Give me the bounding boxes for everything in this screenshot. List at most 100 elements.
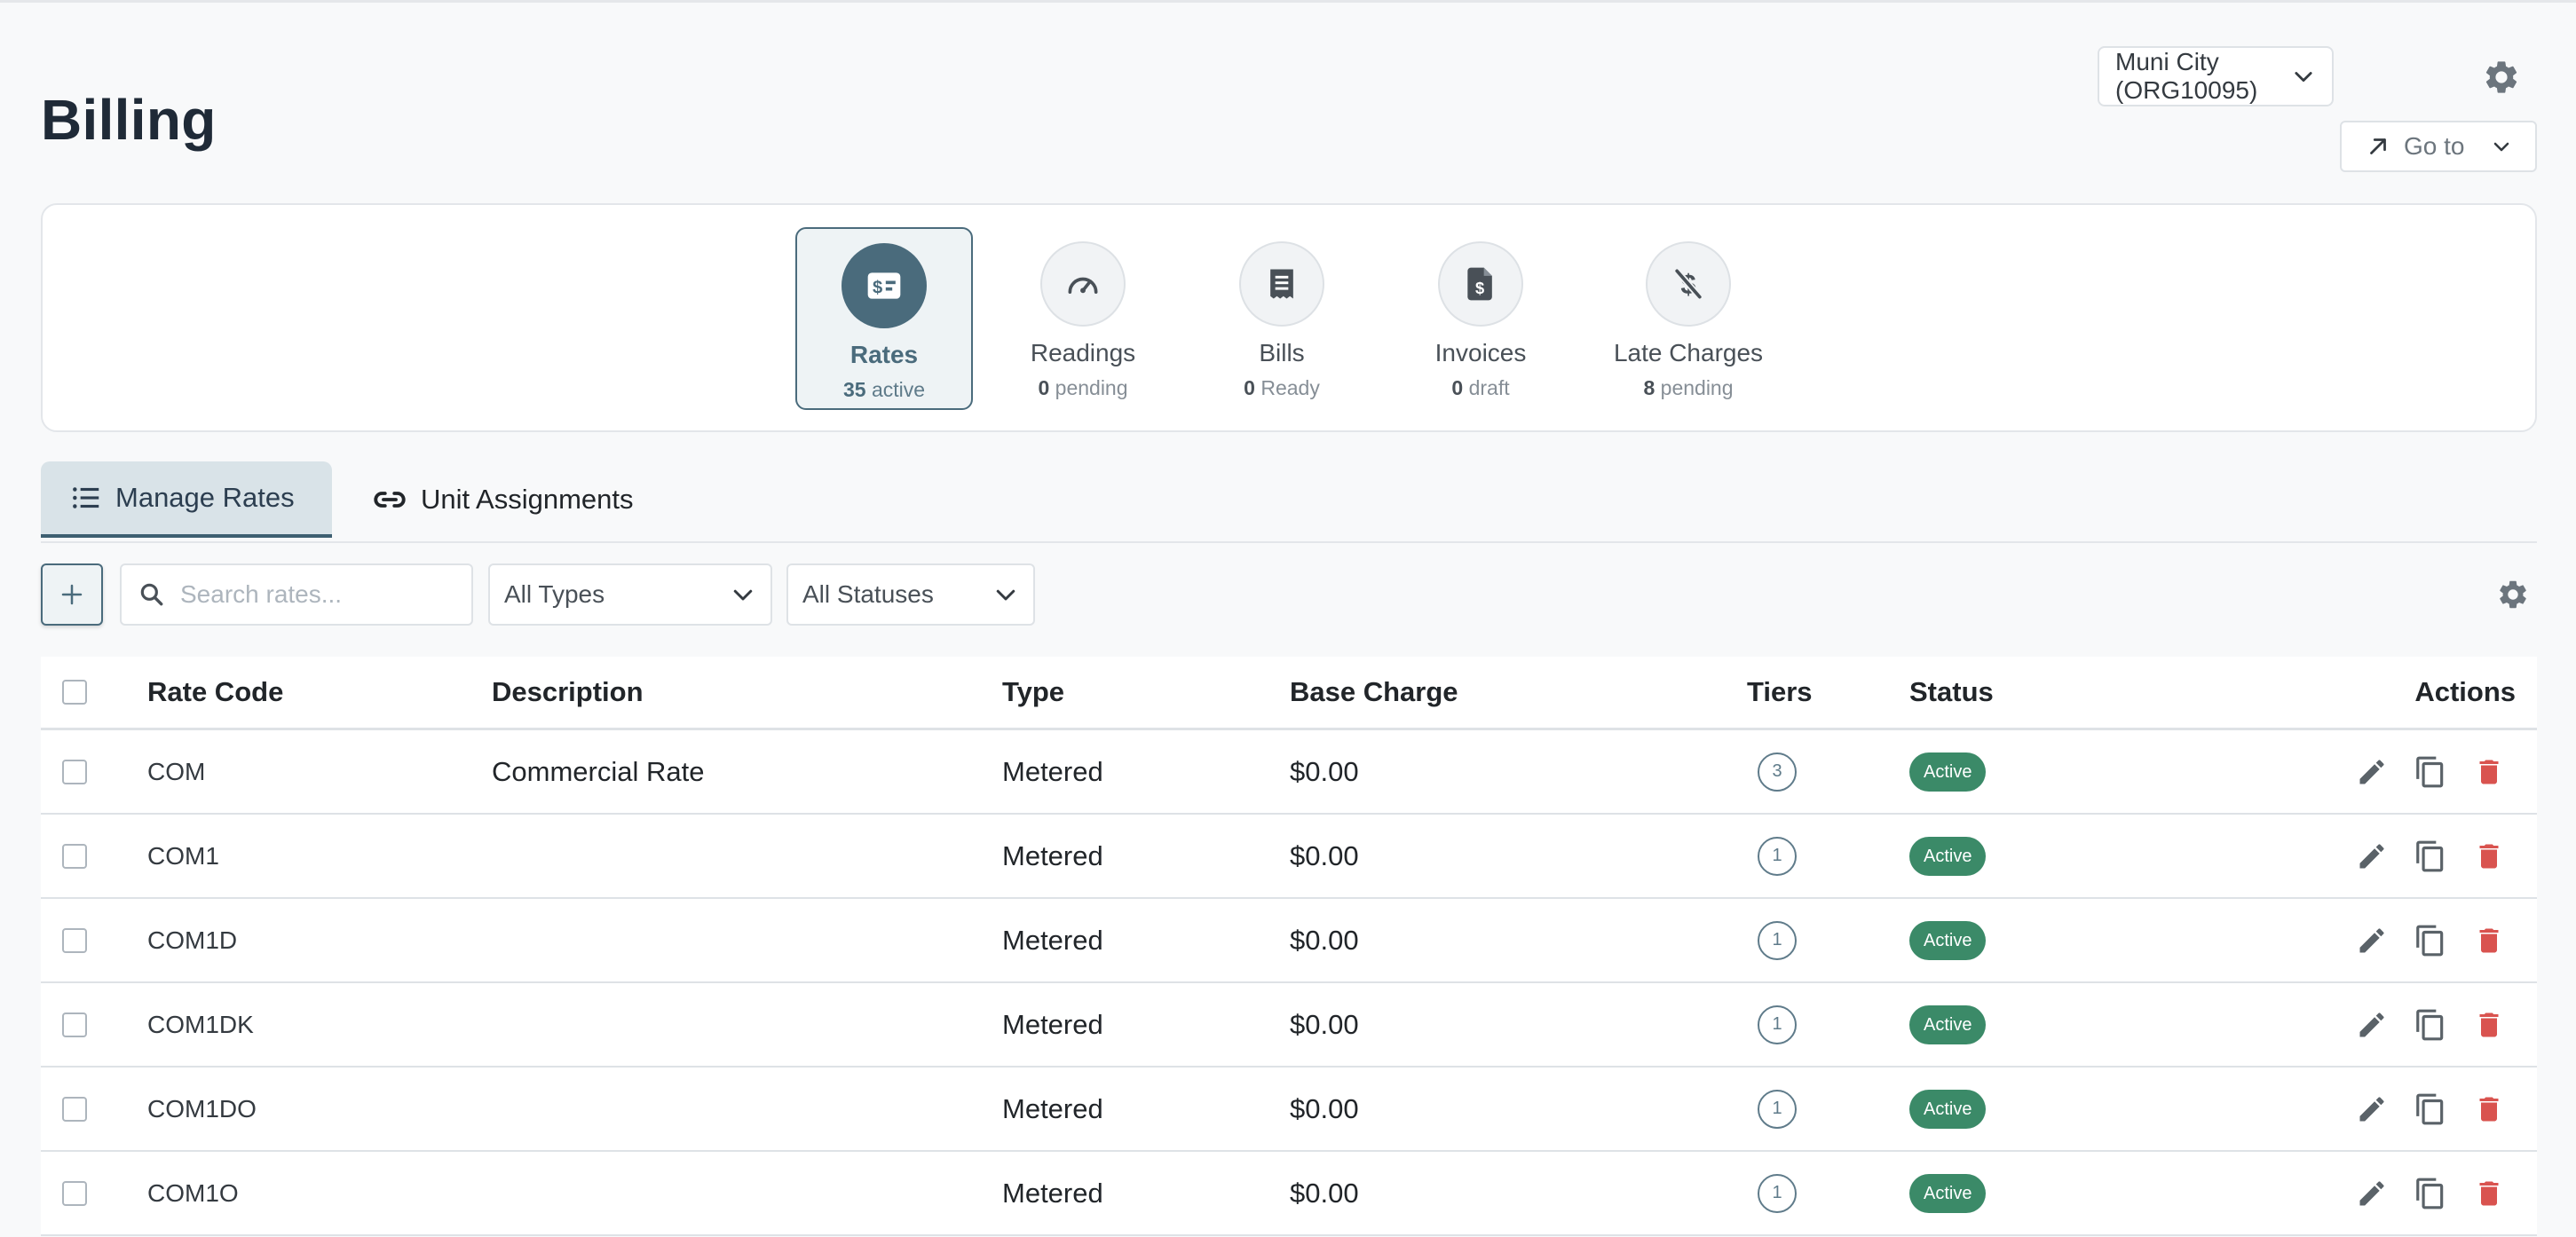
column-header[interactable]: Tiers — [1747, 657, 1813, 728]
delete-trash-icon[interactable] — [2471, 1091, 2507, 1127]
copy-icon[interactable] — [2413, 923, 2448, 958]
copy-icon[interactable] — [2413, 754, 2448, 790]
rate-code: COM1 — [147, 841, 219, 870]
summary-count: 0 — [1451, 376, 1464, 399]
summary-suffix: Ready — [1260, 376, 1320, 399]
summary-bills[interactable]: Bills 0 Ready — [1193, 227, 1371, 410]
edit-pencil-icon[interactable] — [2354, 1091, 2390, 1127]
settings-gear-icon[interactable] — [2479, 55, 2524, 99]
rate-base-charge: $0.00 — [1290, 839, 1359, 871]
table-row[interactable]: COM1DO Metered $0.00 1 Active — [41, 1068, 2537, 1152]
svg-text:$: $ — [1475, 279, 1484, 297]
table-row[interactable]: COM1 Metered $0.00 1 Active — [41, 815, 2537, 899]
delete-trash-icon[interactable] — [2471, 923, 2507, 958]
plus-icon — [59, 581, 85, 608]
rate-base-charge: $0.00 — [1290, 1008, 1359, 1040]
table-row[interactable]: COM1DK Metered $0.00 1 Active — [41, 983, 2537, 1068]
status-badge: Active — [1909, 752, 1987, 792]
copy-icon[interactable] — [2413, 1091, 2448, 1127]
edit-pencil-icon[interactable] — [2354, 754, 2390, 790]
tab-unit-assignments[interactable]: Unit Assignments — [343, 461, 662, 538]
delete-trash-icon[interactable] — [2471, 754, 2507, 790]
gauge-icon — [1040, 241, 1126, 327]
summary-suffix: draft — [1468, 376, 1510, 399]
table-settings-gear-icon[interactable] — [2491, 572, 2535, 617]
copy-icon[interactable] — [2413, 1007, 2448, 1043]
tab-manage-rates[interactable]: Manage Rates — [41, 461, 332, 538]
column-header[interactable]: Rate Code — [147, 657, 283, 728]
rate-base-charge: $0.00 — [1290, 924, 1359, 956]
delete-trash-icon[interactable] — [2471, 1007, 2507, 1043]
status-badge: Active — [1909, 920, 1987, 960]
chevron-down-icon — [2491, 136, 2512, 157]
row-checkbox[interactable] — [62, 843, 87, 869]
edit-pencil-icon[interactable] — [2354, 1176, 2390, 1211]
type-filter-value: All Types — [504, 580, 605, 608]
type-filter[interactable]: All Types — [488, 563, 772, 626]
tier-count-badge: 1 — [1758, 1005, 1797, 1044]
select-all-checkbox[interactable] — [62, 680, 87, 705]
link-icon — [371, 481, 408, 518]
table-row[interactable]: COM Commercial Rate Metered $0.00 3 Acti… — [41, 730, 2537, 815]
no-dollar-icon: $ — [1646, 241, 1731, 327]
table-row[interactable]: COM1D Metered $0.00 1 Active — [41, 899, 2537, 983]
table-header: Rate Code Description Type Base Charge T… — [41, 657, 2537, 730]
add-rate-button[interactable] — [41, 563, 103, 626]
tab-label: Unit Assignments — [421, 484, 634, 515]
summary-count: 8 — [1643, 376, 1655, 399]
row-checkbox[interactable] — [62, 1012, 87, 1037]
status-badge: Active — [1909, 1005, 1987, 1044]
summary-card: $ Rates 35 active Readings 0 pending Bil… — [41, 203, 2537, 432]
search-input[interactable] — [178, 579, 466, 610]
status-filter[interactable]: All Statuses — [786, 563, 1035, 626]
summary-count: 35 — [842, 378, 866, 401]
edit-pencil-icon[interactable] — [2354, 839, 2390, 874]
page-title: Billing — [41, 88, 217, 152]
row-checkbox[interactable] — [62, 1096, 87, 1122]
receipt-icon — [1239, 241, 1324, 327]
summary-count: 0 — [1038, 376, 1050, 399]
summary-label: Invoices — [1434, 339, 1527, 366]
tier-count-badge: 1 — [1758, 920, 1797, 960]
column-header[interactable]: Type — [1002, 657, 1064, 728]
delete-trash-icon[interactable] — [2471, 1176, 2507, 1211]
copy-icon[interactable] — [2413, 839, 2448, 874]
goto-button[interactable]: Go to — [2340, 121, 2537, 172]
row-checkbox[interactable] — [62, 1180, 87, 1206]
search-icon — [138, 580, 166, 609]
rate-base-charge: $0.00 — [1290, 1177, 1359, 1209]
rate-code: COM1D — [147, 926, 238, 954]
summary-label: Bills — [1259, 339, 1305, 366]
org-selector[interactable]: Muni City (ORG10095) — [2098, 46, 2334, 106]
table-body: COM Commercial Rate Metered $0.00 3 Acti… — [41, 730, 2537, 1236]
summary-readings[interactable]: Readings 0 pending — [994, 227, 1172, 410]
column-header[interactable]: Status — [1909, 657, 1994, 728]
edit-pencil-icon[interactable] — [2354, 923, 2390, 958]
rate-code: COM1DK — [147, 1010, 254, 1038]
copy-icon[interactable] — [2413, 1176, 2448, 1211]
tier-count-badge: 1 — [1758, 1173, 1797, 1213]
org-selector-value: Muni City (ORG10095) — [2115, 48, 2258, 104]
delete-trash-icon[interactable] — [2471, 839, 2507, 874]
edit-pencil-icon[interactable] — [2354, 1007, 2390, 1043]
row-checkbox[interactable] — [62, 759, 87, 784]
summary-rates[interactable]: $ Rates 35 active — [795, 227, 973, 410]
search-field[interactable] — [120, 563, 473, 626]
column-header[interactable]: Base Charge — [1290, 657, 1458, 728]
rates-icon: $ — [842, 243, 927, 328]
rate-code: COM — [147, 757, 206, 785]
status-badge: Active — [1909, 1173, 1987, 1213]
status-badge: Active — [1909, 1089, 1987, 1129]
rate-code: COM1O — [147, 1178, 239, 1207]
summary-suffix: pending — [1055, 376, 1128, 399]
invoice-icon: $ — [1438, 241, 1523, 327]
rate-type: Metered — [1002, 839, 1103, 871]
status-filter-value: All Statuses — [802, 580, 934, 608]
summary-invoices[interactable]: $ Invoices 0 draft — [1392, 227, 1569, 410]
rate-type: Metered — [1002, 1177, 1103, 1209]
table-row[interactable]: COM1O Metered $0.00 1 Active — [41, 1152, 2537, 1236]
column-header: Actions — [2414, 676, 2516, 707]
summary-late-charges[interactable]: $ Late Charges 8 pending — [1600, 227, 1777, 410]
column-header[interactable]: Description — [492, 657, 644, 728]
row-checkbox[interactable] — [62, 927, 87, 953]
